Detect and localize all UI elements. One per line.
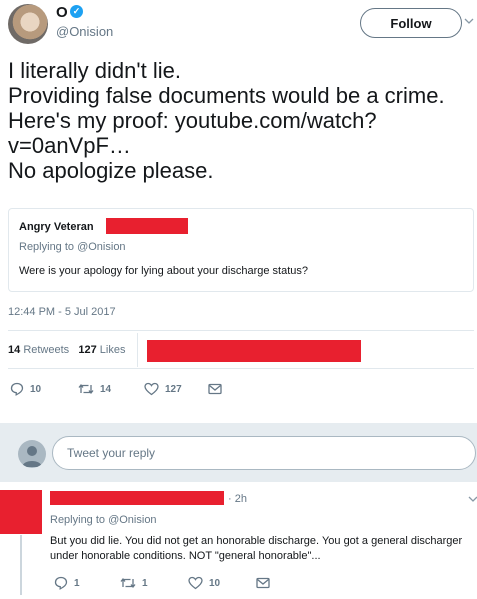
reply-author-avatar-redacted[interactable] [0,490,42,534]
retweet-icon [120,577,136,589]
verified-badge-icon: ✓ [70,5,83,18]
retweet-action[interactable]: 1 [120,576,148,590]
retweet-icon [78,383,94,395]
reply-text: But you did lie. You did not get an hono… [50,535,463,562]
chevron-down-icon[interactable] [464,14,474,24]
like-action[interactable]: 127 [144,382,182,396]
tweet-line: I literally didn't lie. [8,58,181,83]
envelope-icon [208,383,222,395]
envelope-icon [256,577,270,589]
retweet-action[interactable]: 14 [78,382,111,396]
tweet-line: Providing false documents would be a cri… [8,83,445,108]
heart-icon [188,576,203,590]
author-avatar[interactable] [8,4,48,44]
reply-count: 10 [30,383,42,395]
quoted-author-name: Angry Veteran [19,221,94,233]
tweet-line: No apologize please. [8,158,214,183]
like-action[interactable]: 10 [188,576,220,590]
redaction-bar [106,218,188,234]
author-display-name[interactable]: O [56,4,68,21]
reply-replying-to: Replying to @Onision [50,514,157,526]
stats-separator [137,333,138,367]
tweet-link-line[interactable]: v=0anVpF… [8,133,474,158]
direct-message-action[interactable] [208,383,222,395]
retweet-count: 1 [142,577,148,589]
reply-time[interactable]: · 2h [228,493,247,505]
redaction-bar [50,491,224,505]
tweet-text: I literally didn't lie. Providing false … [8,58,474,183]
retweets-label[interactable]: Retweets [23,344,69,356]
direct-message-action[interactable] [256,577,270,589]
reply-icon [10,382,24,396]
quoted-tweet[interactable]: Angry Veteran Replying to @Onision Were … [8,208,474,292]
author-handle[interactable]: @Onision [56,24,113,39]
like-count: 127 [165,383,182,395]
quoted-tweet-text: Were is your apology for lying about you… [19,265,309,277]
divider [8,368,474,369]
quoted-replying-to: Replying to @Onision [19,241,126,253]
chevron-down-icon[interactable] [468,494,477,506]
tweet-link-line[interactable]: Here's my proof: youtube.com/watch? [8,108,474,133]
reply-count: 1 [74,577,80,589]
thread-line [20,535,22,595]
follow-button[interactable]: Follow [360,8,462,38]
tweet-timestamp[interactable]: 12:44 PM - 5 Jul 2017 [8,306,116,318]
reply-icon [54,576,68,590]
retweet-count: 14 [100,383,112,395]
reply-input[interactable] [52,436,476,470]
like-count: 10 [209,577,221,589]
engagement-stats: 14 Retweets 127 Likes [8,344,125,356]
redaction-bar [147,340,361,362]
reply-action[interactable]: 1 [54,576,80,590]
likes-count[interactable]: 127 [78,344,96,356]
reply-action[interactable]: 10 [10,382,41,396]
user-avatar-icon [18,440,46,468]
divider [8,330,474,331]
heart-icon [144,382,159,396]
retweets-count[interactable]: 14 [8,344,20,356]
likes-label[interactable]: Likes [100,344,126,356]
